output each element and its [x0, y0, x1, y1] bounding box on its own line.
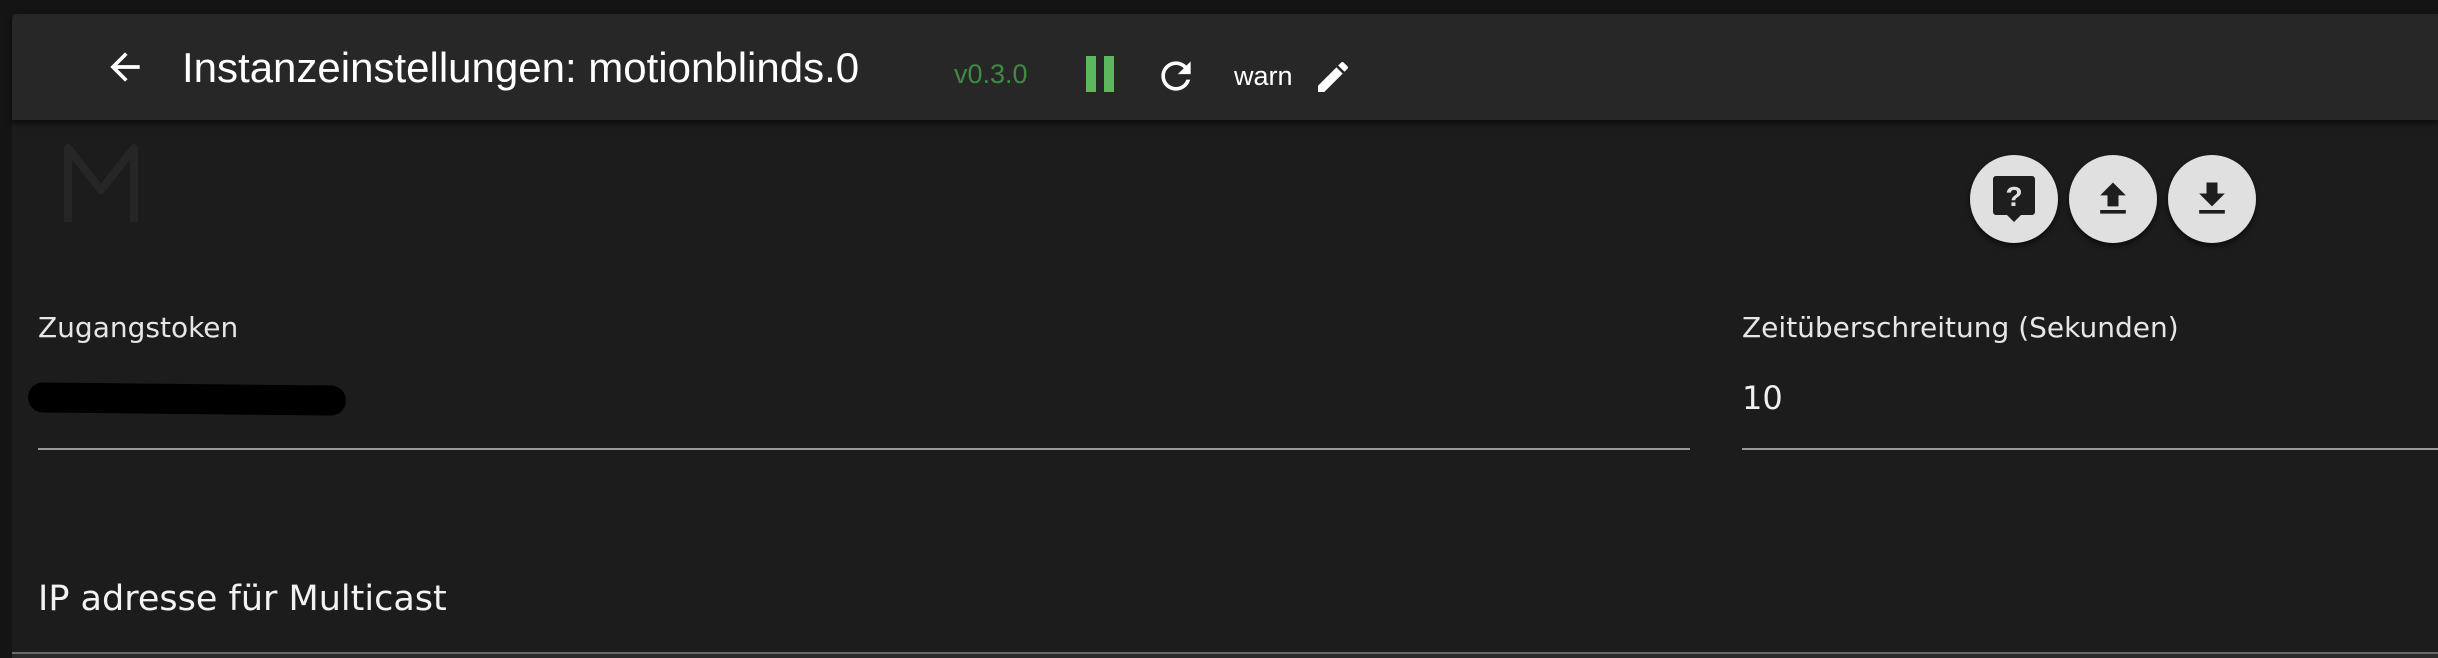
- edit-log-level-button[interactable]: [1312, 56, 1354, 98]
- help-icon: ?: [1993, 176, 2035, 222]
- timeout-input[interactable]: [1742, 376, 2432, 420]
- timeout-input-underline: [1742, 448, 2438, 450]
- arrow-left-icon: [110, 52, 140, 82]
- reload-icon: [1161, 61, 1191, 91]
- log-level-label[interactable]: warn: [1234, 58, 1293, 94]
- back-button[interactable]: [100, 42, 150, 92]
- timeout-label: Zeitüberschreitung (Sekunden): [1742, 311, 2179, 344]
- adapter-logo: [64, 144, 138, 222]
- page-title: Instanzeinstellungen: motionblinds.0: [182, 44, 860, 91]
- next-field-edge: [12, 652, 2438, 658]
- reload-instance-button[interactable]: [1152, 52, 1200, 100]
- pause-icon: [1086, 56, 1114, 92]
- download-settings-button[interactable]: [2168, 155, 2256, 243]
- token-label: Zugangstoken: [38, 311, 239, 344]
- help-button[interactable]: ?: [1970, 155, 2058, 243]
- version-badge: v0.3.0: [954, 59, 1028, 89]
- svg-text:?: ?: [2005, 181, 2022, 212]
- window-top-edge: [0, 0, 2438, 14]
- download-icon: [2199, 182, 2225, 214]
- redaction-mark: [27, 382, 347, 416]
- app-window: Instanzeinstellungen: motionblinds.0 v0.…: [0, 0, 2438, 658]
- pause-instance-button[interactable]: [1079, 52, 1123, 96]
- token-input-underline: [38, 448, 1690, 450]
- upload-icon: [2100, 182, 2126, 214]
- multicast-section-title: IP adresse für Multicast: [38, 579, 447, 619]
- pencil-icon: [1318, 61, 1349, 92]
- window-left-edge: [0, 0, 12, 658]
- upload-settings-button[interactable]: [2069, 155, 2157, 243]
- header-toolbar: Instanzeinstellungen: motionblinds.0 v0.…: [12, 14, 2438, 120]
